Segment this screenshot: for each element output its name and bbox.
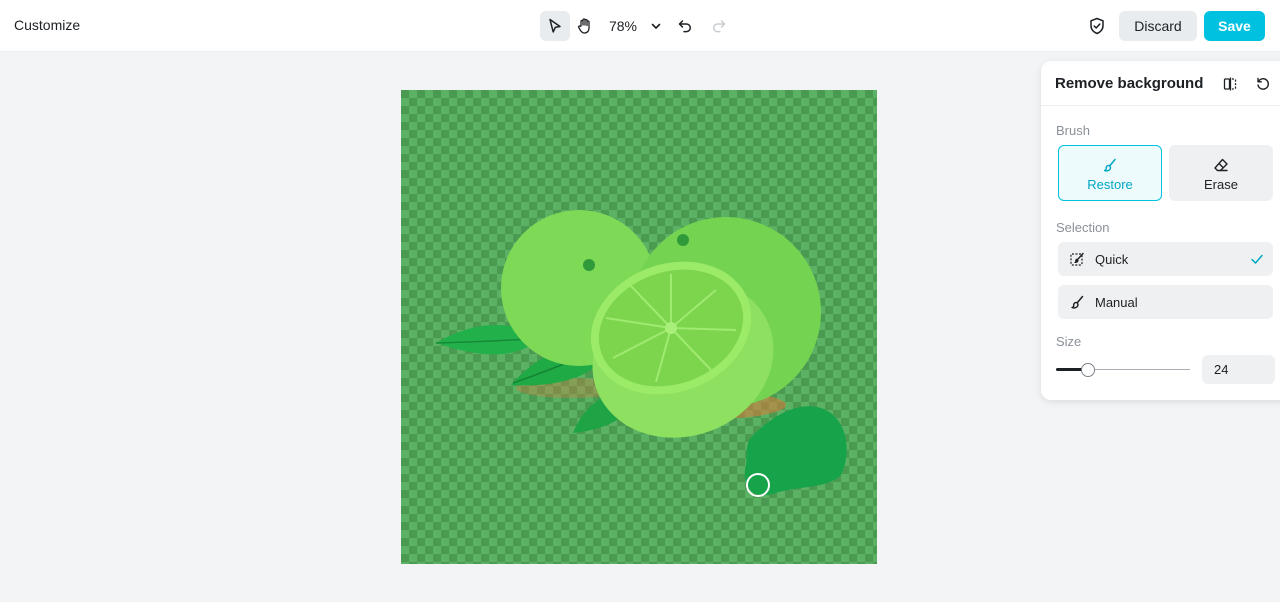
manual-selection-option[interactable]: Manual: [1058, 285, 1273, 319]
shield-button[interactable]: [1082, 11, 1112, 41]
size-slider-thumb[interactable]: [1081, 363, 1096, 377]
lime-image: [435, 210, 847, 497]
editor-canvas[interactable]: [401, 90, 877, 564]
remove-background-panel: Remove background Brush Restore Erase Se…: [1041, 61, 1280, 400]
undo-button[interactable]: [668, 11, 702, 41]
redo-button[interactable]: [702, 11, 736, 41]
restore-label: Restore: [1087, 176, 1133, 192]
check-icon: [1251, 254, 1263, 264]
erase-label: Erase: [1204, 176, 1238, 192]
selection-label: Selection: [1056, 220, 1110, 235]
canvas-tools: 78%: [540, 11, 736, 41]
restore-brush-option[interactable]: Restore: [1058, 145, 1162, 201]
size-label: Size: [1056, 334, 1082, 349]
quick-selection-option[interactable]: Quick: [1058, 242, 1273, 276]
compare-button[interactable]: [1221, 75, 1239, 93]
manual-brush-icon: [1071, 295, 1084, 309]
zoom-dropdown[interactable]: [644, 11, 668, 41]
chevron-down-icon: [651, 23, 661, 29]
save-button[interactable]: Save: [1204, 11, 1265, 41]
top-bar: Customize 78% Discard Save: [0, 0, 1280, 52]
hand-tool-button[interactable]: [570, 11, 600, 41]
quick-label: Quick: [1095, 251, 1129, 267]
reset-icon: [1257, 77, 1269, 90]
panel-divider: [1041, 105, 1280, 106]
select-tool-button[interactable]: [540, 11, 570, 41]
brush-icon: [1103, 158, 1116, 172]
eraser-icon: [1214, 158, 1228, 171]
erase-brush-option[interactable]: Erase: [1169, 145, 1273, 201]
panel-title: Remove background: [1055, 75, 1204, 92]
brush-label: Brush: [1056, 123, 1090, 138]
page-title: Customize: [14, 17, 81, 33]
reset-button[interactable]: [1254, 75, 1272, 93]
manual-label: Manual: [1095, 294, 1138, 310]
hand-icon: [577, 18, 590, 34]
zoom-level[interactable]: 78%: [602, 18, 644, 34]
cursor-arrow-icon: [549, 18, 561, 33]
compare-icon: [1223, 77, 1237, 91]
shield-check-icon: [1090, 17, 1104, 35]
quick-select-icon: [1070, 252, 1084, 266]
redo-icon: [712, 20, 726, 33]
undo-icon: [678, 20, 692, 33]
size-input[interactable]: 24: [1202, 355, 1275, 384]
discard-button[interactable]: Discard: [1119, 11, 1197, 41]
